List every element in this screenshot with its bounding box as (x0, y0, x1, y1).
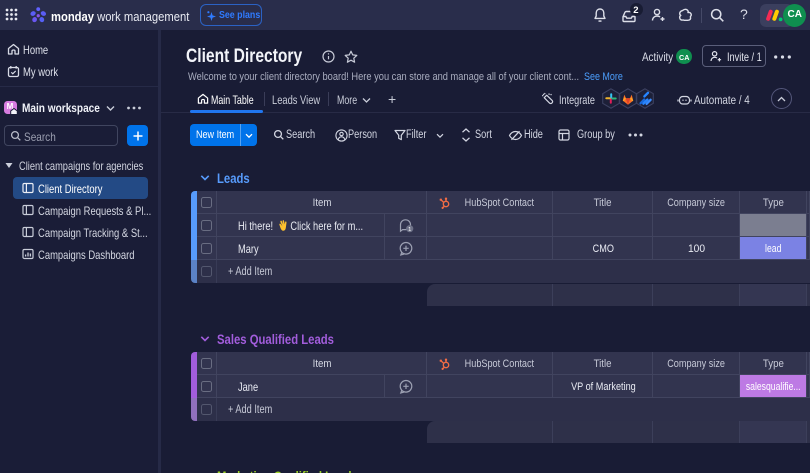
svg-text:1: 1 (408, 227, 411, 233)
